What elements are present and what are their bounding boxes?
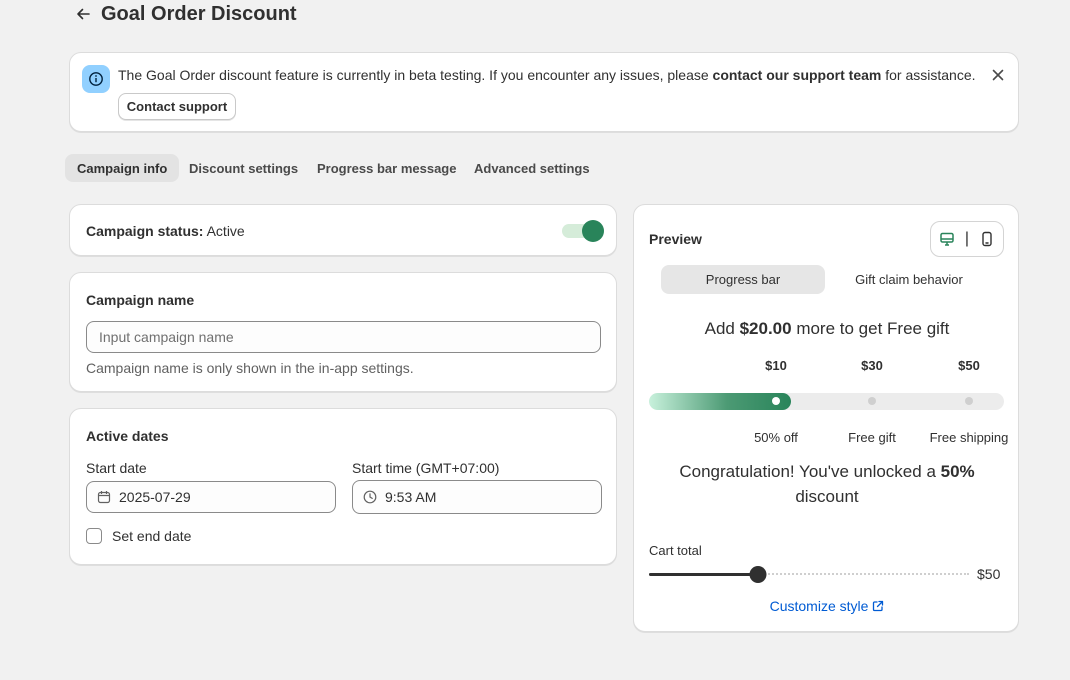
clock-icon [363,490,377,504]
goal-progress-fill [649,393,791,410]
campaign-name-input[interactable] [86,321,601,353]
campaign-status-value: Active [206,223,245,239]
active-dates-heading: Active dates [86,428,169,444]
tab-advanced-settings[interactable]: Advanced settings [462,154,602,182]
milestone-dot [868,397,876,405]
segment-progress-bar[interactable]: Progress bar [661,265,825,294]
info-icon [82,65,110,93]
external-link-icon [872,600,884,612]
milestone-reward: Free shipping [929,430,1009,445]
start-date-value: 2025-07-29 [119,489,191,505]
campaign-status: Campaign status: Active [86,223,245,239]
customize-style-label: Customize style [769,598,869,614]
desktop-icon[interactable] [937,229,957,249]
customize-style-link[interactable]: Customize style [634,598,1020,614]
milestone-amount: $10 [765,358,787,373]
contact-support-button[interactable]: Contact support [118,93,236,120]
milestone-reward: Free gift [848,430,896,445]
device-switcher: | [930,221,1004,257]
active-dates-card: Active dates Start date 2025-07-29 Start… [69,408,617,565]
set-end-date-label: Set end date [112,528,192,544]
start-date-label: Start date [86,460,147,476]
start-time-label: Start time (GMT+07:00) [352,460,500,476]
start-time-value: 9:53 AM [385,489,437,505]
start-date-field[interactable]: 2025-07-29 [86,481,336,513]
set-end-date-checkbox[interactable] [86,528,102,544]
cart-total-label: Cart total [649,543,702,558]
milestone-dot [965,397,973,405]
banner-bold-text: contact our support team [712,67,882,83]
preview-heading: Preview [649,231,702,247]
mobile-icon[interactable] [977,229,997,249]
campaign-status-card: Campaign status: Active [69,204,617,256]
goal-amount: $20.00 [739,319,792,338]
back-arrow-icon[interactable] [73,4,93,24]
congrats-discount: 50% [940,462,975,481]
page-title: Goal Order Discount [101,3,297,25]
milestone-amount: $30 [861,358,883,373]
campaign-name-help-text: Campaign name is only shown in the in-ap… [86,360,414,376]
device-divider: | [964,230,970,247]
cart-total-slider-fill [649,573,758,576]
goal-progress-bar [649,393,1004,410]
campaign-name-heading: Campaign name [86,292,195,308]
preview-card: Preview | Progress bar Gift claim behavi… [633,204,1019,632]
cart-total-max: $50 [977,566,1001,582]
start-time-field[interactable]: 9:53 AM [352,480,602,514]
banner-message: The Goal Order discount feature is curre… [118,67,976,83]
congratulation-message: Congratulation! You've unlocked a 50% di… [679,462,975,506]
campaign-status-toggle[interactable] [562,220,604,242]
calendar-icon [97,490,111,504]
milestone-amount: $50 [958,358,980,373]
goal-message: Add $20.00 more to get Free gift [704,319,950,338]
milestone-dot [772,397,780,405]
close-icon[interactable] [988,65,1008,85]
tab-discount-settings[interactable]: Discount settings [177,154,310,182]
milestone-reward: 50% off [754,430,798,445]
tab-campaign-info[interactable]: Campaign info [65,154,180,182]
tab-progress-bar-message[interactable]: Progress bar message [305,154,468,182]
beta-info-banner: The Goal Order discount feature is curre… [69,52,1019,132]
segment-gift-claim-behavior[interactable]: Gift claim behavior [827,265,991,294]
cart-total-slider-handle[interactable] [749,566,767,583]
campaign-name-card: Campaign name Campaign name is only show… [69,272,617,392]
